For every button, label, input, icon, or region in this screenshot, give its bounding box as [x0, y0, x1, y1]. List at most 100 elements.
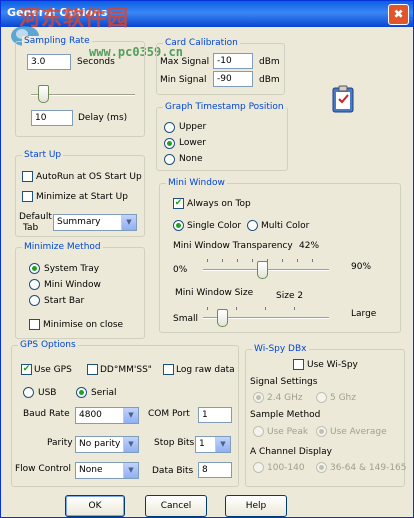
- mini-window-radio[interactable]: [29, 279, 40, 290]
- default-tab-value: Summary: [57, 217, 101, 227]
- minimise-on-close-label: Minimise on close: [43, 320, 124, 330]
- max-signal-unit: dBm: [259, 57, 280, 67]
- flow-control-select[interactable]: None ▼: [75, 462, 139, 479]
- help-button[interactable]: Help: [225, 495, 287, 517]
- signal-24ghz-label: 2.4 GHz: [267, 393, 303, 403]
- sample-method-label: Sample Method: [250, 410, 321, 420]
- system-tray-radio[interactable]: [29, 263, 40, 274]
- size-label: Mini Window Size: [175, 288, 254, 298]
- delay-input[interactable]: 10: [31, 110, 73, 126]
- timestamp-group: Graph Timestamp Position: [156, 102, 288, 171]
- signal-5ghz-radio[interactable]: [316, 392, 327, 403]
- max-signal-input[interactable]: -10: [213, 53, 253, 69]
- cancel-button[interactable]: Cancel: [145, 495, 207, 517]
- min-signal-unit: dBm: [259, 75, 280, 85]
- transparency-min-label: 0%: [173, 265, 188, 275]
- channel-36-64-radio[interactable]: [316, 462, 327, 473]
- transparency-tick: [297, 259, 298, 262]
- start-bar-radio[interactable]: [29, 295, 40, 306]
- timestamp-lower-label: Lower: [179, 138, 206, 148]
- usb-label: USB: [38, 388, 57, 398]
- sampling-rate-legend: Sampling Rate: [22, 36, 92, 47]
- chevron-down-icon: ▼: [215, 437, 230, 452]
- size-min-label: Small: [173, 314, 198, 324]
- always-on-top-checkbox[interactable]: ✔: [173, 198, 184, 209]
- sampling-slider[interactable]: [31, 85, 135, 105]
- size-tick: [207, 307, 208, 310]
- transparency-tick: [222, 259, 223, 262]
- chevron-down-icon: ▼: [123, 408, 138, 423]
- minimize-method-legend: Minimize Method: [22, 242, 103, 253]
- serial-label: Serial: [91, 388, 117, 398]
- chevron-down-icon: ▼: [123, 437, 138, 452]
- multi-color-radio[interactable]: [247, 220, 258, 231]
- timestamp-none-radio[interactable]: [164, 154, 175, 165]
- chevron-down-icon: ▼: [123, 463, 138, 478]
- data-bits-input[interactable]: 8: [198, 462, 232, 478]
- sampling-slider-thumb[interactable]: [38, 85, 49, 103]
- com-port-input[interactable]: 1: [198, 407, 232, 423]
- default-tab-select[interactable]: Summary ▼: [53, 214, 137, 231]
- use-gps-checkbox[interactable]: ✔: [21, 364, 32, 375]
- size-tick: [265, 307, 266, 310]
- transparency-slider[interactable]: [203, 257, 329, 281]
- min-signal-input[interactable]: -90: [213, 71, 253, 87]
- dms-checkbox[interactable]: [87, 364, 98, 375]
- stop-bits-value: 1: [199, 439, 205, 449]
- timestamp-none-label: None: [179, 154, 203, 164]
- usb-radio[interactable]: [23, 387, 34, 398]
- log-raw-data-checkbox[interactable]: [163, 364, 174, 375]
- size-slider[interactable]: [203, 305, 329, 329]
- startup-legend: Start Up: [22, 150, 64, 161]
- chevron-down-icon: ▼: [121, 215, 136, 230]
- use-average-radio[interactable]: [316, 426, 327, 437]
- transparency-tick: [237, 259, 238, 262]
- timestamp-upper-label: Upper: [179, 122, 207, 132]
- baud-rate-label: Baud Rate: [23, 409, 70, 419]
- title-bar[interactable]: General Options 河东软件园 ✖: [1, 1, 413, 30]
- size-slider-thumb[interactable]: [217, 309, 228, 327]
- ok-button[interactable]: OK: [65, 495, 125, 517]
- close-button[interactable]: ✖: [388, 4, 409, 25]
- mini-window-label: Mini Window: [44, 280, 101, 290]
- sampling-rate-input[interactable]: 3.0: [27, 54, 71, 70]
- data-bits-label: Data Bits: [152, 466, 194, 476]
- use-wispy-label: Use Wi-Spy: [307, 360, 358, 370]
- parity-label: Parity: [47, 438, 73, 448]
- transparency-tick: [312, 259, 313, 262]
- autorun-checkbox[interactable]: [22, 171, 33, 182]
- wispy-legend: Wi-Spy DBx: [252, 344, 309, 355]
- single-color-radio[interactable]: [173, 220, 184, 231]
- use-gps-label: Use GPS: [34, 365, 72, 375]
- seconds-label: Seconds: [77, 57, 115, 67]
- use-peak-radio[interactable]: [253, 426, 264, 437]
- com-port-label: COM Port: [148, 409, 190, 419]
- mini-window-legend: Mini Window: [166, 178, 227, 189]
- baud-rate-select[interactable]: 4800 ▼: [75, 407, 139, 424]
- general-options-dialog: General Options 河东软件园 ✖ www.pc0359.cn Sa…: [0, 0, 414, 518]
- transparency-slider-thumb[interactable]: [257, 261, 268, 279]
- parity-select[interactable]: No parity ▼: [75, 436, 139, 453]
- channel-100-140-radio[interactable]: [253, 462, 264, 473]
- transparency-max-label: 90%: [351, 262, 372, 272]
- minimise-on-close-checkbox[interactable]: [29, 319, 40, 330]
- start-bar-label: Start Bar: [44, 296, 85, 306]
- signal-24ghz-radio[interactable]: [253, 392, 264, 403]
- clipboard-icon: [332, 85, 354, 113]
- timestamp-upper-radio[interactable]: [164, 122, 175, 133]
- channel-36-64-label: 36-64 & 149-165: [330, 463, 407, 473]
- signal-5ghz-label: 5 Ghz: [330, 393, 356, 403]
- signal-settings-label: Signal Settings: [250, 377, 318, 387]
- baud-rate-value: 4800: [79, 410, 102, 420]
- size-tick: [236, 307, 237, 310]
- timestamp-lower-radio[interactable]: [164, 138, 175, 149]
- log-raw-data-label: Log raw data: [176, 365, 235, 375]
- flow-control-label: Flow Control: [15, 464, 71, 474]
- system-tray-label: System Tray: [44, 264, 100, 274]
- stop-bits-select[interactable]: 1 ▼: [195, 436, 231, 453]
- transparency-label: Mini Window Transparency: [173, 241, 293, 251]
- timestamp-legend: Graph Timestamp Position: [163, 102, 286, 113]
- serial-radio[interactable]: [76, 387, 87, 398]
- minimize-startup-checkbox[interactable]: [22, 191, 33, 202]
- use-wispy-checkbox[interactable]: [293, 359, 304, 370]
